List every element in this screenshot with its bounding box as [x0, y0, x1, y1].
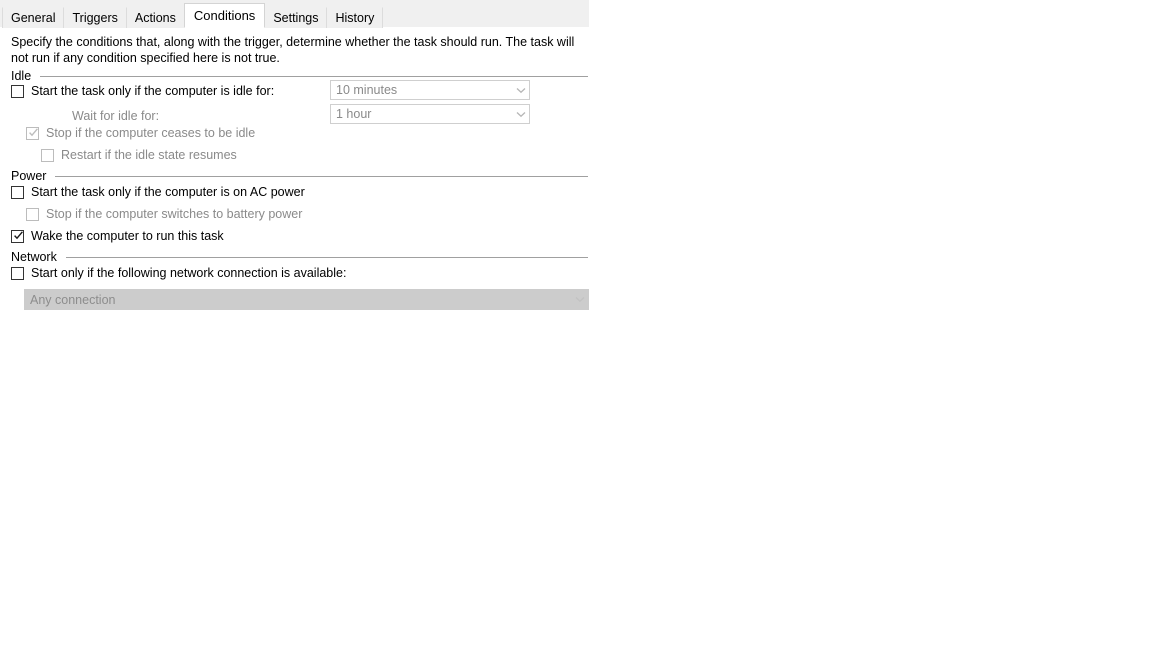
chevron-down-icon [512, 87, 529, 94]
checkbox-row-wake-computer[interactable]: Wake the computer to run this task [11, 227, 224, 245]
page-description: Specify the conditions that, along with … [11, 35, 575, 65]
tab-general-label: General [11, 11, 56, 25]
checkbox-row-start-if-network[interactable]: Start only if the following network conn… [11, 264, 346, 282]
tab-actions-label: Actions [134, 11, 176, 25]
checkbox-row-stop-if-ceases-idle[interactable]: Stop if the computer ceases to be idle [26, 124, 255, 142]
group-label-network: Network [11, 250, 57, 264]
tab-actions[interactable]: Actions [125, 7, 185, 28]
group-rule-idle [40, 75, 588, 77]
group-label-power: Power [11, 169, 47, 183]
checkbox-start-if-network[interactable] [11, 266, 24, 280]
checkbox-row-only-on-ac[interactable]: Start the task only if the computer is o… [11, 183, 305, 201]
tab-history[interactable]: History [326, 7, 384, 28]
tab-conditions[interactable]: Conditions [183, 3, 266, 28]
tab-general[interactable]: General [2, 7, 65, 28]
group-rule-network [65, 256, 588, 258]
combo-idle-duration-value: 10 minutes [336, 83, 398, 97]
conditions-tab-panel: General Triggers Actions Conditions Sett… [0, 0, 590, 648]
checkbox-row-stop-on-battery[interactable]: Stop if the computer switches to battery… [26, 205, 302, 223]
label-stop-on-battery: Stop if the computer switches to battery… [46, 207, 303, 221]
label-only-on-ac: Start the task only if the computer is o… [31, 185, 305, 199]
checkbox-stop-on-battery[interactable] [26, 207, 39, 221]
check-icon [13, 230, 24, 241]
tab-triggers-label: Triggers [72, 11, 118, 25]
group-rule-power [55, 175, 588, 177]
tab-triggers[interactable]: Triggers [63, 7, 127, 28]
tab-strip: General Triggers Actions Conditions Sett… [0, 0, 589, 28]
label-wait-for-idle: Wait for idle for: [72, 109, 160, 123]
tab-conditions-label: Conditions [193, 8, 256, 23]
combo-network-connection-value: Any connection [30, 292, 116, 307]
chevron-down-icon [512, 111, 529, 118]
tab-history-label: History [335, 11, 375, 25]
checkbox-wake-computer[interactable] [11, 229, 24, 243]
group-label-idle: Idle [11, 69, 32, 83]
label-start-if-network: Start only if the following network conn… [31, 266, 347, 280]
checkbox-only-on-ac[interactable] [11, 185, 24, 199]
checkbox-row-start-if-idle[interactable]: Start the task only if the computer is i… [11, 82, 274, 100]
label-wake-computer: Wake the computer to run this task [31, 229, 224, 243]
combo-idle-duration[interactable]: 10 minutes [330, 80, 530, 100]
label-restart-if-idle-resumes: Restart if the idle state resumes [61, 148, 237, 162]
checkbox-row-restart-if-idle-resumes[interactable]: Restart if the idle state resumes [41, 146, 237, 164]
group-header-network: Network [0, 249, 589, 265]
tab-settings-label: Settings [273, 11, 319, 25]
combo-wait-for-idle-value: 1 hour [336, 107, 372, 121]
tab-settings[interactable]: Settings [264, 7, 328, 28]
checkbox-start-if-idle[interactable] [11, 84, 24, 98]
checkbox-stop-if-ceases-idle[interactable] [26, 126, 39, 140]
check-icon [28, 127, 39, 138]
checkbox-restart-if-idle-resumes[interactable] [41, 148, 54, 162]
group-header-power: Power [0, 168, 589, 184]
label-start-if-idle: Start the task only if the computer is i… [31, 84, 275, 98]
combo-wait-for-idle[interactable]: 1 hour [330, 104, 530, 124]
chevron-down-icon [571, 296, 588, 303]
combo-network-connection[interactable]: Any connection [24, 289, 589, 310]
label-stop-if-ceases-idle: Stop if the computer ceases to be idle [46, 126, 256, 140]
